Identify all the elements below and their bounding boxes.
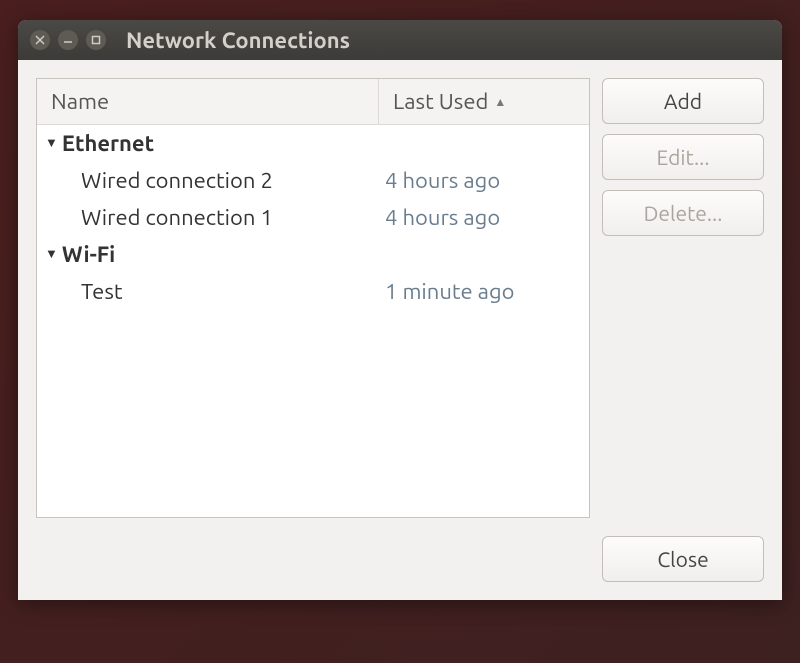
- sort-ascending-icon: ▲: [494, 95, 506, 109]
- chevron-down-icon: ▼: [45, 135, 58, 150]
- connection-name: Wired connection 2: [37, 168, 379, 193]
- add-button[interactable]: Add: [602, 78, 764, 124]
- connections-list: Name Last Used ▲ ▼ Ethernet Wired connec…: [36, 78, 590, 518]
- column-header-name[interactable]: Name: [37, 79, 379, 124]
- connection-row[interactable]: Wired connection 1 4 hours ago: [37, 199, 589, 236]
- edit-button[interactable]: Edit...: [602, 134, 764, 180]
- column-header-last-used-label: Last Used: [393, 89, 488, 114]
- maximize-window-button[interactable]: [86, 30, 106, 50]
- column-header-last-used[interactable]: Last Used ▲: [379, 79, 589, 124]
- minimize-window-button[interactable]: [58, 30, 78, 50]
- list-header: Name Last Used ▲: [37, 79, 589, 125]
- column-header-name-label: Name: [51, 89, 109, 114]
- window-content: Name Last Used ▲ ▼ Ethernet Wired connec…: [18, 60, 782, 536]
- delete-button[interactable]: Delete...: [602, 190, 764, 236]
- connection-row[interactable]: Test 1 minute ago: [37, 273, 589, 310]
- footer: Close: [18, 536, 782, 600]
- group-header-ethernet[interactable]: ▼ Ethernet: [37, 125, 589, 162]
- connection-row[interactable]: Wired connection 2 4 hours ago: [37, 162, 589, 199]
- connection-last-used: 1 minute ago: [379, 279, 589, 304]
- group-header-wifi[interactable]: ▼ Wi-Fi: [37, 236, 589, 273]
- chevron-down-icon: ▼: [45, 246, 58, 261]
- group-label: Ethernet: [62, 131, 154, 156]
- titlebar: Network Connections: [18, 20, 782, 60]
- connection-name: Wired connection 1: [37, 205, 379, 230]
- close-window-button[interactable]: [30, 30, 50, 50]
- connection-name: Test: [37, 279, 379, 304]
- group-label: Wi-Fi: [62, 242, 115, 267]
- close-button[interactable]: Close: [602, 536, 764, 582]
- list-body: ▼ Ethernet Wired connection 2 4 hours ag…: [37, 125, 589, 517]
- window-title: Network Connections: [126, 28, 350, 53]
- network-connections-window: Network Connections Name Last Used ▲ ▼ E…: [18, 20, 782, 600]
- connection-last-used: 4 hours ago: [379, 205, 589, 230]
- side-buttons: Add Edit... Delete...: [602, 78, 764, 518]
- connection-last-used: 4 hours ago: [379, 168, 589, 193]
